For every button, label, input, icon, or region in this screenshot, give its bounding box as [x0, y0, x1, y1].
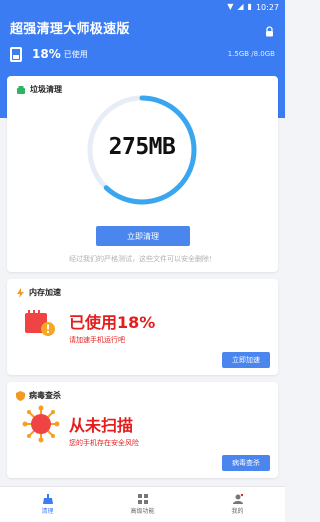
memory-subtitle: 请加速手机运行吧: [69, 336, 125, 344]
bottom-tab-bar: 清理 高级功能 我的: [0, 486, 285, 522]
tab-clean[interactable]: 清理: [0, 487, 95, 522]
wifi-icon: ▼: [227, 2, 234, 11]
storage-summary: 18% 已使用 1.5GB /8.0GB: [10, 44, 275, 64]
person-icon: [232, 493, 243, 504]
trash-icon: [17, 85, 25, 94]
virus-title: 病毒查杀: [29, 391, 61, 400]
shield-icon: [16, 390, 25, 401]
app-title: 超强清理大师极速版: [10, 21, 130, 37]
virus-scan-button[interactable]: 病毒查杀: [222, 455, 270, 471]
sd-card-icon: [10, 46, 22, 62]
junk-title: 垃圾清理: [30, 85, 62, 94]
storage-percent: 18%: [32, 47, 61, 61]
boost-now-button[interactable]: 立即加速: [222, 352, 270, 368]
status-bar: ▼ ◢ ▮ 10:27: [0, 0, 285, 14]
virus-subtitle: 您的手机存在安全风险: [69, 439, 139, 447]
clean-now-button[interactable]: 立即清理: [96, 226, 190, 246]
memory-headline: 已使用18%: [69, 313, 156, 332]
tab-advanced-label: 高级功能: [130, 508, 155, 515]
battery-icon: ▮: [247, 2, 252, 11]
tab-mine-label: 我的: [231, 508, 244, 515]
junk-amount: 275MB: [108, 134, 176, 160]
grid-icon: [137, 494, 148, 504]
tab-clean-label: 清理: [41, 508, 54, 515]
tab-mine[interactable]: 我的: [190, 487, 285, 522]
memory-title: 内存加速: [29, 288, 61, 297]
memory-boost-card: 内存加速 已使用18% 请加速手机运行吧 立即加速: [7, 279, 278, 375]
status-time: 10:27: [255, 2, 279, 12]
virus-headline: 从未扫描: [69, 416, 134, 435]
junk-ring: 275MB: [82, 90, 202, 210]
memory-chip-icon: [23, 309, 59, 339]
signal-icon: ◢: [237, 2, 244, 11]
junk-clean-card: 垃圾清理 275MB 立即清理 经过我们的严格测试，这些文件可以安全删除！: [7, 76, 278, 272]
lightning-icon: [17, 287, 24, 298]
virus-icon: [21, 404, 61, 444]
lock-icon[interactable]: [264, 22, 275, 36]
safety-note: 经过我们的严格测试，这些文件可以安全删除！: [69, 255, 216, 263]
storage-used-label: 已使用: [63, 49, 88, 59]
tab-advanced[interactable]: 高级功能: [95, 487, 190, 522]
broom-icon: [42, 494, 53, 504]
virus-scan-card: 病毒查杀 从未扫描 您的手机存在安全风险 病毒查杀: [7, 382, 278, 478]
storage-capacity: 1.5GB /8.0GB: [227, 50, 275, 58]
